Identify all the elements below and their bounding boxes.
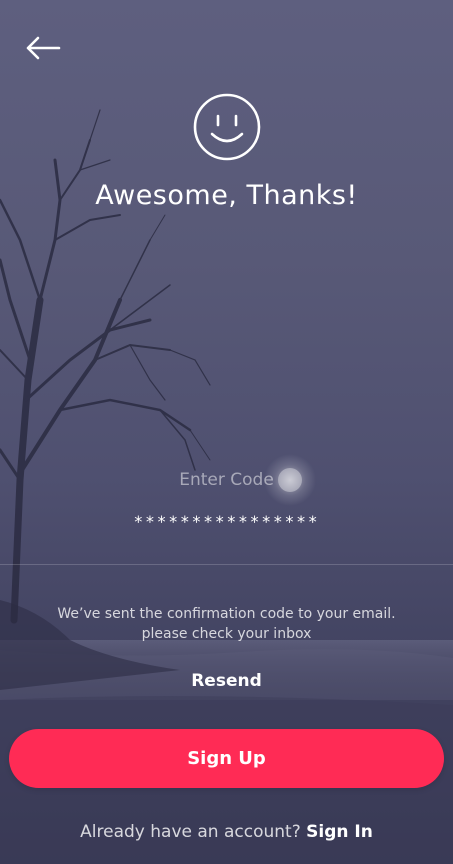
- confirmation-message-line1: We’ve sent the confirmation code to your…: [57, 606, 396, 622]
- confirmation-message-line2: please check your inbox: [141, 626, 312, 642]
- back-button[interactable]: [20, 30, 66, 66]
- hero: Awesome, Thanks!: [0, 92, 453, 211]
- code-input-underline: [0, 564, 453, 565]
- code-input-label: Enter Code: [179, 470, 274, 490]
- sign-up-button-label: Sign Up: [187, 748, 266, 769]
- sign-up-button[interactable]: Sign Up: [9, 729, 444, 788]
- signin-prompt: Already have an account? Sign In: [0, 822, 453, 842]
- signup-confirmation-screen: Awesome, Thanks! Enter Code ************…: [0, 0, 453, 864]
- smiley-icon: [193, 93, 260, 161]
- page-title: Awesome, Thanks!: [95, 180, 358, 211]
- top-bar: [0, 0, 453, 100]
- code-input[interactable]: ****************: [0, 512, 453, 531]
- arrow-left-icon: [26, 36, 61, 60]
- confirmation-message: We’ve sent the confirmation code to your…: [0, 604, 453, 644]
- signin-prompt-text: Already have an account?: [80, 822, 301, 842]
- sign-in-link[interactable]: Sign In: [306, 822, 373, 842]
- resend-link[interactable]: Resend: [176, 668, 277, 694]
